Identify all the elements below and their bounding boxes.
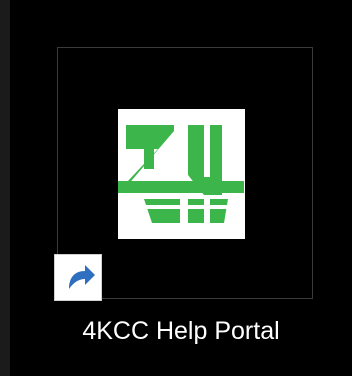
desktop-shortcut-4kcc-help-portal[interactable]: 4KCC Help Portal — [10, 0, 352, 376]
desktop: 4KCC Help Portal — [0, 0, 352, 376]
shortcut-label: 4KCC Help Portal — [82, 317, 280, 345]
shortcut-arrow-icon — [54, 254, 102, 301]
desktop-edge — [0, 0, 10, 376]
4kcc-logo-icon[interactable] — [118, 109, 245, 239]
